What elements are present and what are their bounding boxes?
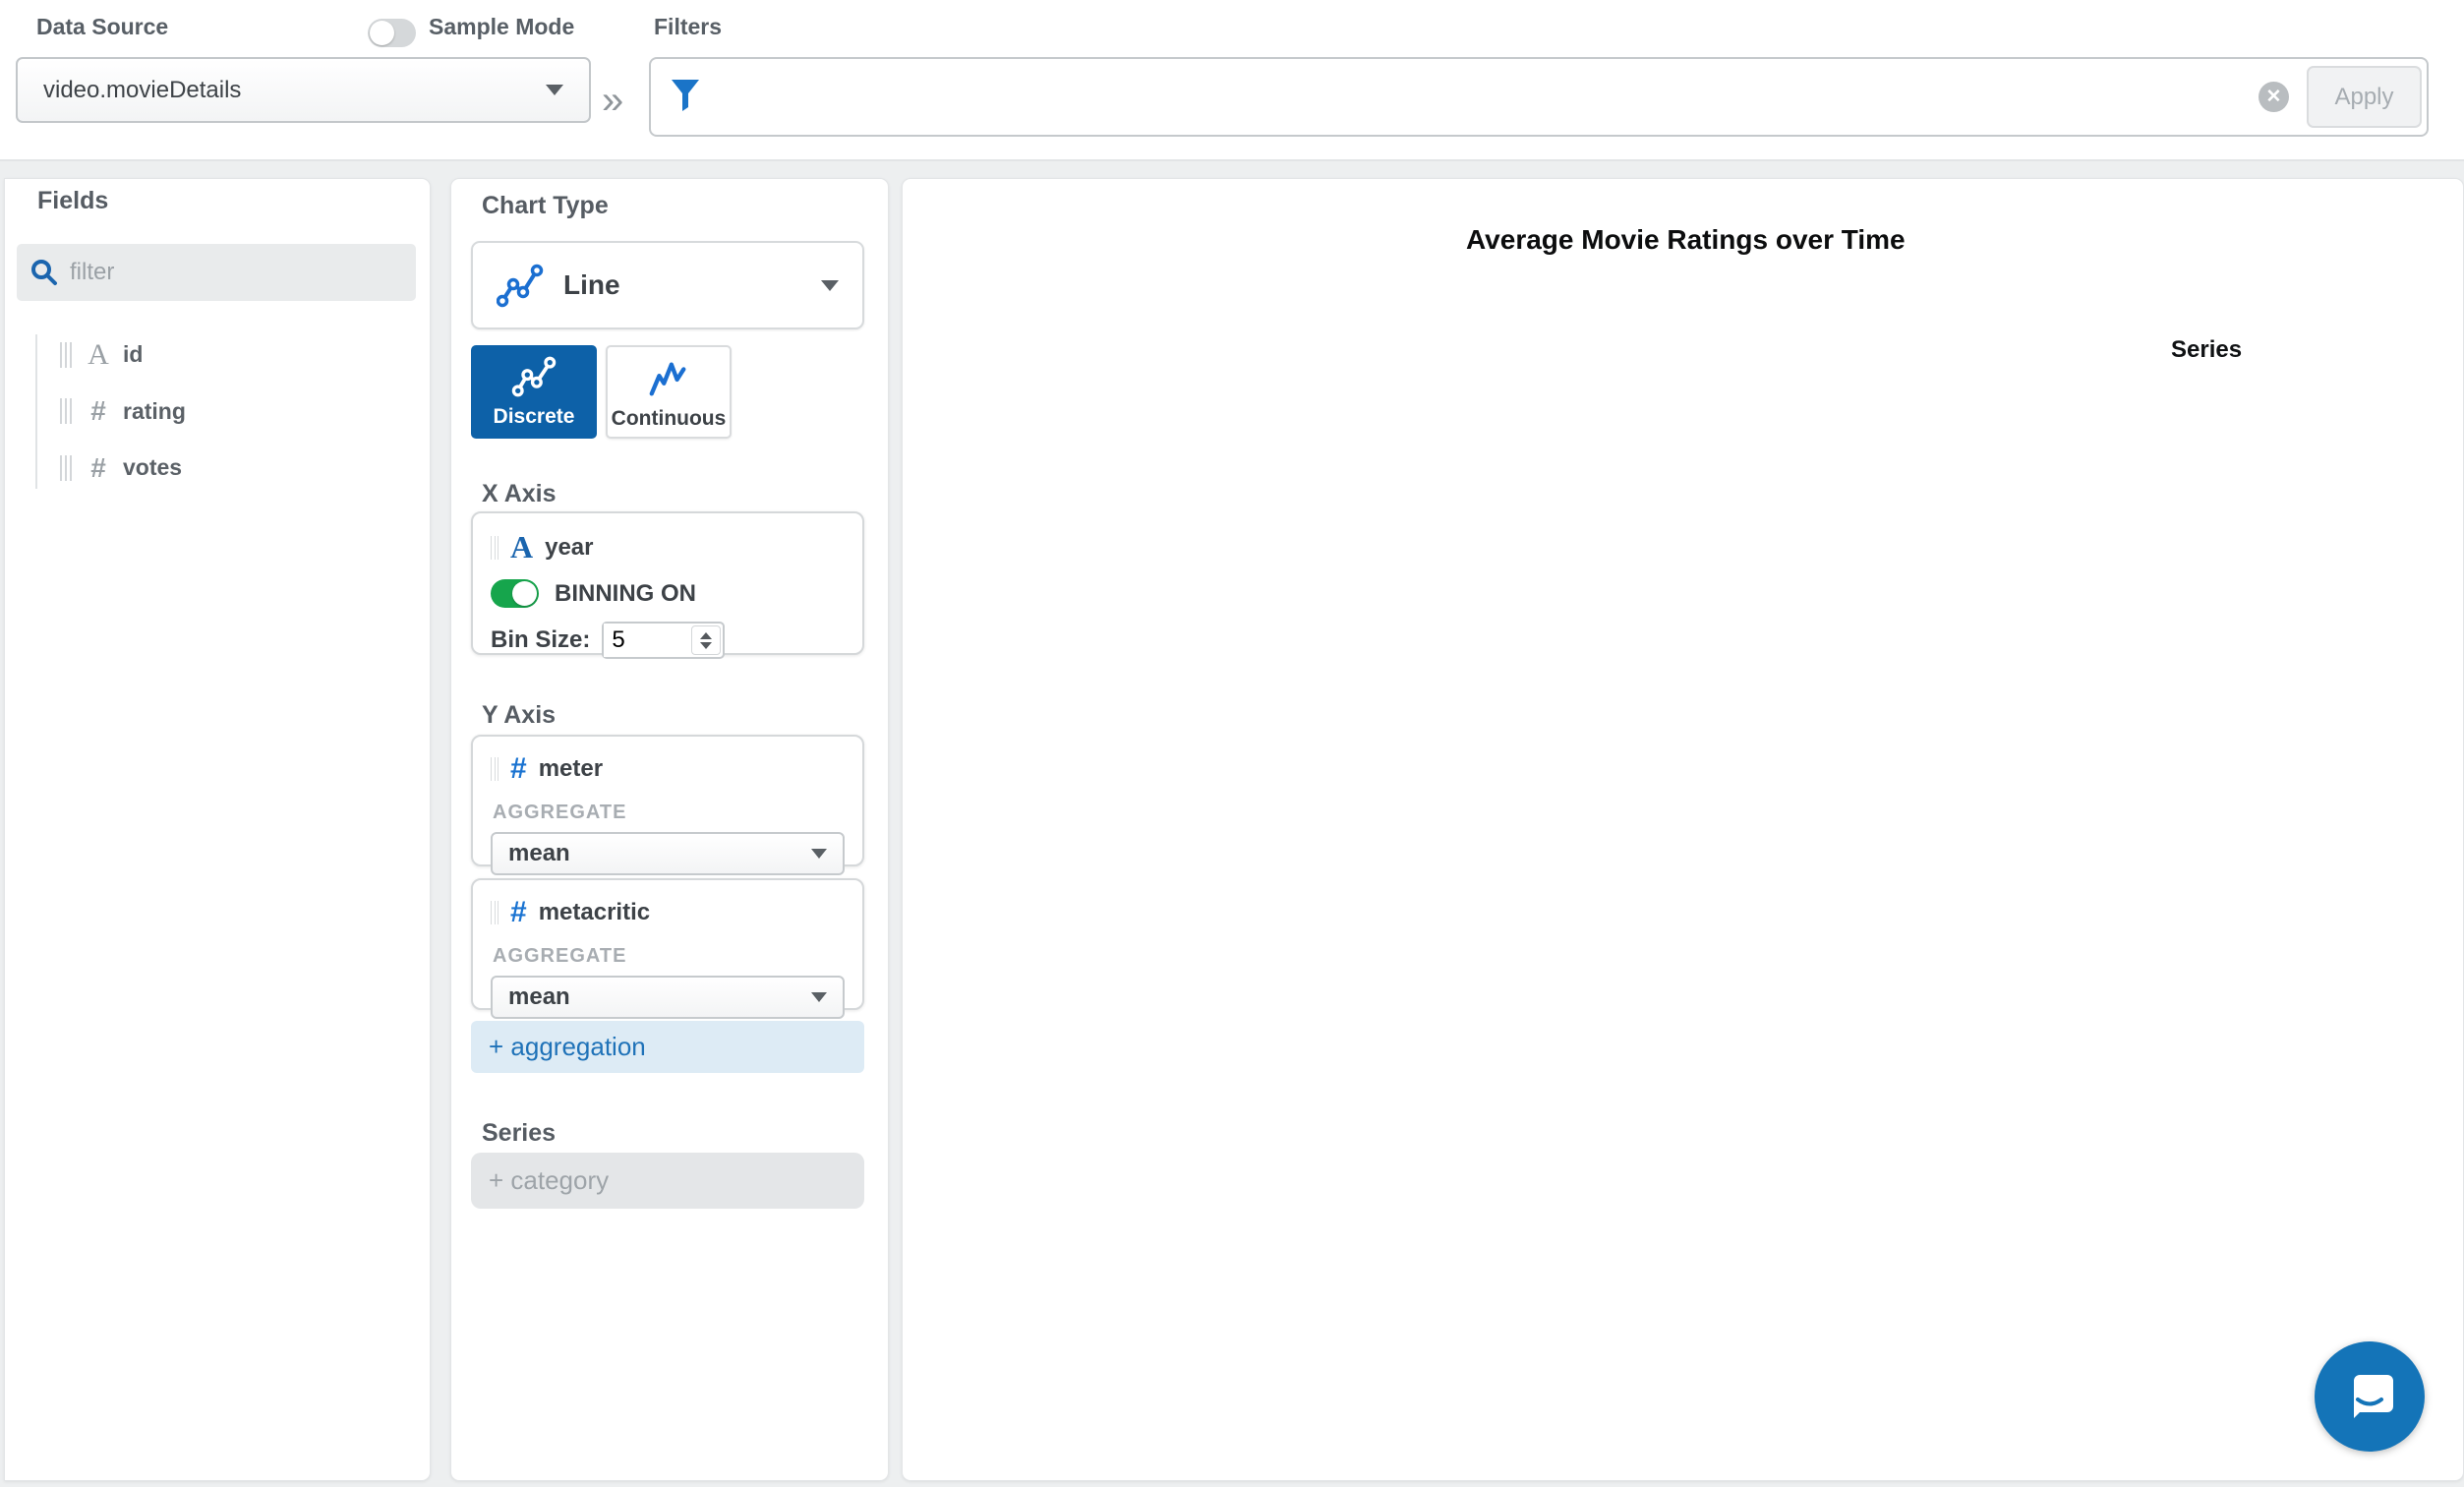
- field-item-id[interactable]: Aid: [5, 327, 430, 384]
- number-type-icon: #: [82, 452, 115, 484]
- y-axis-field-name: metacritic: [539, 899, 650, 926]
- filter-input[interactable]: [712, 65, 2464, 128]
- y-axis-title: Y Axis: [482, 701, 556, 730]
- string-type-icon: A: [510, 529, 533, 565]
- funnel-icon: [671, 79, 700, 112]
- chart-legend: Series: [2171, 336, 2242, 374]
- fields-list: Aid#rating#votes: [5, 327, 430, 497]
- double-chevron-icon: »: [602, 79, 623, 123]
- number-type-icon: #: [510, 896, 527, 929]
- x-axis-title: X Axis: [482, 480, 557, 508]
- apply-button[interactable]: Apply: [2307, 66, 2422, 128]
- clear-filter-icon[interactable]: ✕: [2259, 82, 2289, 112]
- series-title: Series: [482, 1119, 556, 1148]
- top-toolbar: Data Source Sample Mode Filters video.mo…: [0, 0, 2464, 161]
- field-item-votes[interactable]: #votes: [5, 440, 430, 497]
- data-source-dropdown[interactable]: video.movieDetails: [16, 57, 591, 123]
- x-axis-field-name: year: [545, 534, 593, 562]
- add-category-button[interactable]: + category: [471, 1153, 864, 1209]
- discrete-mode-button[interactable]: Discrete: [471, 345, 597, 439]
- drag-handle-icon[interactable]: [491, 901, 499, 924]
- chat-launcher-button[interactable]: [2315, 1341, 2425, 1452]
- chart-type-label: Chart Type: [482, 192, 609, 220]
- x-axis-field-card[interactable]: A year BINNING ON Bin Size:: [471, 511, 864, 655]
- aggregate-select[interactable]: mean: [491, 832, 845, 875]
- fields-panel-title: Fields: [37, 187, 108, 215]
- drag-handle-icon: [60, 398, 72, 424]
- chart-type-value: Line: [563, 269, 821, 301]
- chevron-down-icon: [811, 849, 827, 859]
- line-chart: [903, 179, 2464, 1481]
- stepper-up-icon: [700, 632, 712, 639]
- filter-query-bar[interactable]: ✕ Apply: [649, 57, 2429, 137]
- chevron-down-icon: [546, 85, 563, 95]
- fields-search-box[interactable]: [17, 244, 416, 301]
- filters-label: Filters: [654, 14, 722, 40]
- search-icon: [30, 259, 58, 286]
- bin-size-input[interactable]: [604, 624, 688, 657]
- legend-title: Series: [2171, 336, 2242, 364]
- fields-panel: Fields Aid#rating#votes: [4, 178, 431, 1481]
- add-aggregation-button[interactable]: + aggregation: [471, 1021, 864, 1073]
- drag-handle-icon: [60, 342, 72, 368]
- discrete-line-icon: [511, 355, 557, 398]
- chart-builder-panel: Chart Type Line Discrete Continuous X Ax…: [450, 178, 889, 1481]
- string-type-icon: A: [82, 338, 115, 372]
- stepper-down-icon: [700, 642, 712, 649]
- drag-handle-icon: [60, 455, 72, 481]
- toggle-knob: [370, 21, 394, 45]
- aggregate-select[interactable]: mean: [491, 976, 845, 1019]
- aggregate-value: mean: [508, 840, 811, 867]
- chevron-down-icon: [821, 280, 839, 291]
- discrete-label: Discrete: [471, 405, 597, 429]
- number-type-icon: #: [82, 395, 115, 427]
- aggregate-label: AGGREGATE: [493, 945, 845, 968]
- binning-toggle[interactable]: [491, 579, 539, 608]
- continuous-label: Continuous: [608, 407, 730, 431]
- sample-mode-toggle[interactable]: [368, 19, 416, 47]
- y-axis-field-card[interactable]: # metacritic AGGREGATE mean: [471, 878, 864, 1010]
- chat-bubble-icon: [2341, 1368, 2398, 1425]
- chart-preview-panel: Average Movie Ratings over Time Series: [902, 178, 2464, 1481]
- chart-type-dropdown[interactable]: Line: [471, 241, 864, 329]
- fields-filter-input[interactable]: [70, 259, 394, 286]
- binning-label: BINNING ON: [555, 580, 696, 608]
- line-chart-icon: [497, 263, 544, 308]
- number-type-icon: #: [510, 752, 527, 786]
- chevron-down-icon: [811, 992, 827, 1002]
- drag-handle-icon[interactable]: [491, 757, 499, 781]
- drag-handle-icon[interactable]: [491, 536, 499, 560]
- aggregate-value: mean: [508, 983, 811, 1011]
- aggregate-label: AGGREGATE: [493, 802, 845, 824]
- bin-size-label: Bin Size:: [491, 626, 590, 654]
- sample-mode-label: Sample Mode: [429, 14, 574, 40]
- toggle-knob: [512, 581, 537, 606]
- field-item-rating[interactable]: #rating: [5, 384, 430, 441]
- continuous-line-icon: [646, 357, 691, 400]
- data-source-value: video.movieDetails: [43, 77, 546, 104]
- y-axis-field-name: meter: [539, 755, 603, 783]
- data-source-label: Data Source: [36, 14, 168, 40]
- number-stepper[interactable]: [691, 625, 721, 655]
- y-axis-field-card[interactable]: # meter AGGREGATE mean: [471, 735, 864, 866]
- continuous-mode-button[interactable]: Continuous: [606, 345, 732, 439]
